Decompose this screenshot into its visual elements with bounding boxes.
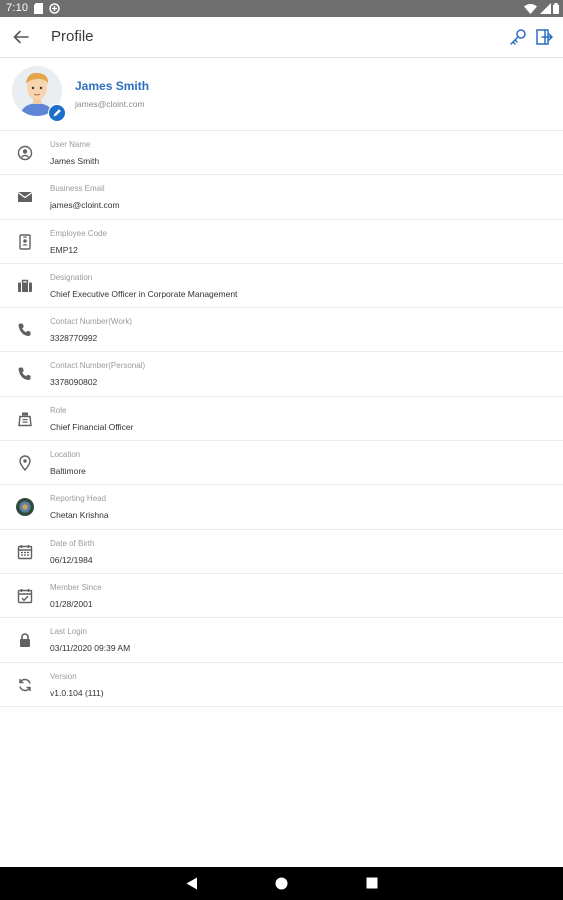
battery-icon	[553, 3, 559, 14]
field-user-name: User Name James Smith	[0, 131, 563, 176]
field-value: 01/28/2001	[50, 598, 93, 609]
field-value: 06/12/1984	[50, 554, 93, 565]
field-value: Baltimore	[50, 466, 86, 477]
field-label: Employee Code	[50, 228, 107, 238]
logout-icon[interactable]	[534, 27, 554, 47]
calendar-check-icon	[17, 588, 33, 604]
field-value: 3378090802	[50, 377, 98, 388]
field-label: Date of Birth	[50, 538, 95, 548]
phone-icon	[18, 367, 31, 381]
field-contact-personal: Contact Number(Personal) 3378090802	[0, 352, 563, 397]
field-value: james@cloint.com	[50, 200, 120, 211]
profile-details-list: User Name James Smith Business Email jam…	[0, 131, 563, 707]
field-label: Version	[50, 671, 77, 681]
field-label: Reporting Head	[50, 494, 107, 504]
field-label: Member Since	[50, 582, 102, 592]
key-icon[interactable]	[508, 27, 528, 47]
wifi-icon	[524, 4, 537, 14]
app-bar: Profile	[0, 17, 563, 58]
field-value: 3328770992	[50, 333, 98, 344]
reporting-head-avatar[interactable]	[16, 498, 34, 517]
field-value: EMP12	[50, 244, 78, 255]
field-value: v1.0.104 (111)	[50, 687, 104, 698]
field-value: Chetan Krishna	[50, 510, 109, 521]
field-contact-work: Contact Number(Work) 3328770992	[0, 308, 563, 353]
field-last-login: Last Login 03/11/2020 09:39 AM	[0, 618, 563, 663]
system-nav-bar	[0, 867, 563, 900]
field-label: Business Email	[50, 184, 105, 194]
field-label: Contact Number(Work)	[50, 317, 133, 327]
phone-icon	[18, 323, 31, 337]
field-location: Location Baltimore	[0, 441, 563, 486]
id-badge-icon	[19, 233, 31, 250]
profile-header: James Smith james@cloint.com	[0, 58, 563, 131]
field-designation: Designation Chief Executive Officer in C…	[0, 264, 563, 309]
nav-home-icon[interactable]	[275, 877, 288, 890]
field-value: Chief Executive Officer in Corporate Man…	[50, 288, 238, 299]
mail-icon	[17, 192, 33, 203]
nav-back-icon[interactable]	[186, 877, 198, 890]
signal-icon	[540, 3, 551, 14]
field-role: Role Chief Financial Officer	[0, 397, 563, 442]
profile-email: james@cloint.com	[75, 99, 145, 109]
back-arrow-icon[interactable]	[12, 28, 30, 46]
status-time: 7:10	[6, 2, 29, 14]
sync-icon	[19, 678, 31, 691]
location-pin-icon	[19, 455, 31, 472]
field-value: Chief Financial Officer	[50, 421, 134, 432]
edit-photo-icon[interactable]	[48, 104, 66, 122]
vpn-icon	[49, 3, 60, 14]
lock-icon	[20, 633, 30, 648]
field-label: Role	[50, 405, 67, 415]
profile-name: James Smith	[75, 79, 150, 93]
field-reporting-head[interactable]: Reporting Head Chetan Krishna	[0, 485, 563, 530]
field-value: James Smith	[50, 156, 100, 166]
user-circle-icon	[17, 145, 33, 161]
calendar-icon	[17, 544, 33, 559]
nav-recents-icon[interactable]	[366, 877, 378, 889]
page-title: Profile	[51, 28, 94, 45]
status-bar: 7:10	[0, 0, 563, 17]
sd-card-icon	[34, 3, 43, 14]
role-icon	[18, 412, 32, 426]
field-label: Last Login	[50, 627, 87, 637]
field-version: Version v1.0.104 (111)	[0, 663, 563, 707]
field-label: Location	[50, 450, 81, 460]
field-label: User Name	[50, 140, 91, 149]
briefcase-icon	[18, 279, 32, 292]
field-date-of-birth: Date of Birth 06/12/1984	[0, 530, 563, 574]
field-label: Contact Number(Personal)	[50, 361, 146, 371]
field-business-email: Business Email james@cloint.com	[0, 175, 563, 220]
field-employee-code: Employee Code EMP12	[0, 220, 563, 264]
field-member-since: Member Since 01/28/2001	[0, 574, 563, 619]
field-label: Designation	[50, 272, 93, 282]
field-value: 03/11/2020 09:39 AM	[50, 643, 131, 654]
